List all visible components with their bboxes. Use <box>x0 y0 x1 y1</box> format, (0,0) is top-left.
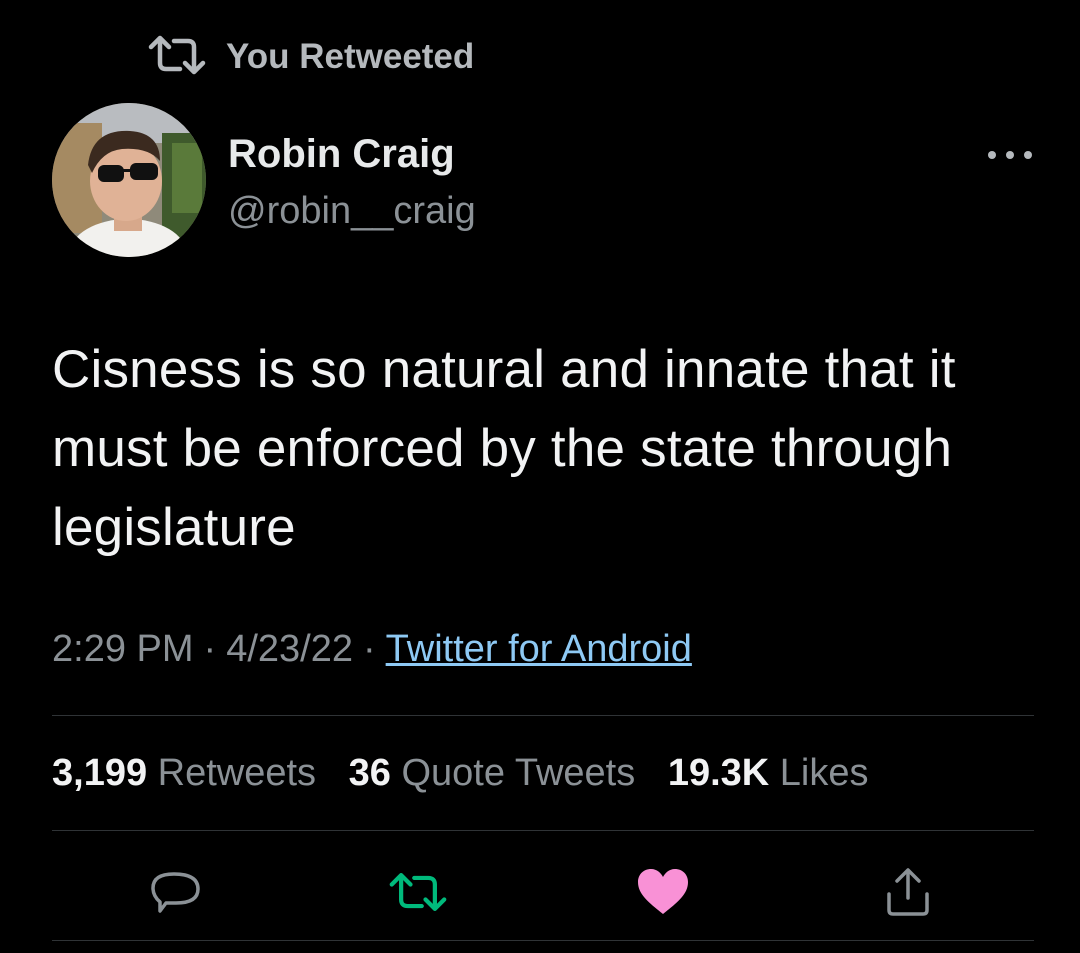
author-name[interactable]: Robin Craig <box>228 132 455 177</box>
retweets-count: 3,199 <box>52 752 148 794</box>
quotes-label: Quote Tweets <box>401 752 636 794</box>
tweet-meta: 2:29 PM · 4/23/22 · Twitter for Android <box>52 628 692 671</box>
retweet-small-icon <box>148 35 206 80</box>
share-icon[interactable] <box>878 862 938 922</box>
meta-separator: · <box>362 628 376 670</box>
heart-icon[interactable] <box>633 862 693 922</box>
quotes-stat[interactable]: 36 Quote Tweets <box>349 752 636 794</box>
reply-icon[interactable] <box>146 862 206 922</box>
avatar[interactable] <box>52 103 206 257</box>
tweet-time: 2:29 PM <box>52 628 194 670</box>
more-options-icon[interactable] <box>988 140 1032 170</box>
retweets-stat[interactable]: 3,199 Retweets <box>52 752 316 794</box>
divider <box>52 715 1034 716</box>
tweet-source-link[interactable]: Twitter for Android <box>386 628 692 670</box>
author-handle[interactable]: @robin__craig <box>228 190 476 233</box>
retweets-label: Retweets <box>157 752 317 794</box>
tweet-stats: 3,199 Retweets 36 Quote Tweets 19.3K Lik… <box>52 752 891 795</box>
tweet-text: Cisness is so natural and innate that it… <box>52 340 956 557</box>
likes-label: Likes <box>779 752 869 794</box>
tweet-date: 4/23/22 <box>226 628 353 670</box>
likes-stat[interactable]: 19.3K Likes <box>668 752 869 794</box>
likes-count: 19.3K <box>667 752 770 794</box>
divider <box>52 940 1034 941</box>
retweet-notice: You Retweeted <box>148 34 474 80</box>
retweet-notice-label: You Retweeted <box>226 37 475 76</box>
divider <box>52 830 1034 831</box>
meta-separator: · <box>203 628 217 670</box>
quotes-count: 36 <box>348 752 391 794</box>
retweet-icon[interactable] <box>388 862 448 922</box>
